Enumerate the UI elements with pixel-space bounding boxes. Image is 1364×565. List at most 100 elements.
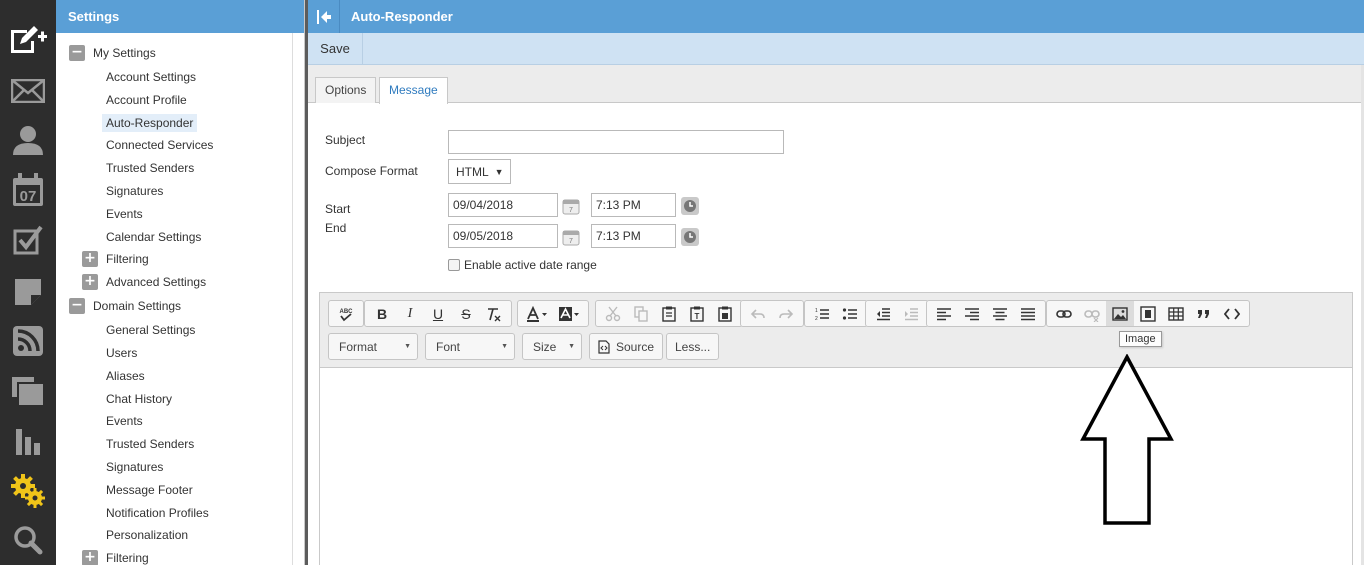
end-time-input[interactable]	[591, 224, 676, 248]
search-icon[interactable]	[0, 515, 56, 565]
tree-group-my-settings[interactable]: − My Settings	[69, 45, 156, 61]
sidebar-item-domain-events[interactable]: Events	[102, 412, 147, 430]
svg-text:07: 07	[20, 188, 37, 205]
sidebar-item-message-footer[interactable]: Message Footer	[102, 481, 197, 499]
start-time-input[interactable]	[591, 193, 676, 217]
text-color-icon[interactable]	[521, 301, 553, 326]
sidebar-item-account-settings[interactable]: Account Settings	[102, 68, 200, 86]
paste-icon[interactable]	[655, 301, 683, 326]
collapse-icon[interactable]: −	[69, 45, 85, 61]
expand-icon[interactable]: +	[82, 274, 98, 290]
sidebar-item-account-profile[interactable]: Account Profile	[102, 91, 191, 109]
sidebar-item-signatures[interactable]: Signatures	[102, 182, 167, 200]
image-icon[interactable]	[1106, 301, 1134, 326]
source-button-label: Source	[616, 339, 655, 354]
undo-icon[interactable]	[744, 301, 772, 326]
align-left-icon[interactable]	[930, 301, 958, 326]
sidebar-item-users[interactable]: Users	[102, 344, 141, 362]
indent-icon[interactable]	[897, 301, 925, 326]
link-icon[interactable]	[1050, 301, 1078, 326]
collapse-sidebar-button[interactable]	[308, 0, 340, 33]
enable-date-range-checkbox[interactable]	[448, 259, 460, 271]
background-color-icon[interactable]	[553, 301, 585, 326]
remove-format-icon[interactable]	[480, 301, 508, 326]
blockquote-icon[interactable]	[1190, 301, 1218, 326]
align-justify-icon[interactable]	[1014, 301, 1042, 326]
paste-text-icon[interactable]: T	[683, 301, 711, 326]
tree-group-filtering[interactable]: + Filtering	[82, 251, 149, 267]
outdent-icon[interactable]	[869, 301, 897, 326]
redo-icon[interactable]	[772, 301, 800, 326]
align-center-icon[interactable]	[986, 301, 1014, 326]
spellcheck-icon[interactable]: ABC	[332, 301, 360, 326]
editor-content-area[interactable]	[320, 369, 1352, 565]
size-combo-label: Size	[533, 339, 557, 354]
compose-format-select[interactable]: HTML ▼	[448, 159, 511, 184]
calendar-icon[interactable]: 07	[0, 165, 56, 215]
clock-icon[interactable]	[681, 228, 699, 246]
sidebar-item-domain-trusted-senders[interactable]: Trusted Senders	[102, 435, 198, 453]
expand-icon[interactable]: +	[82, 251, 98, 267]
svg-text:2: 2	[815, 316, 818, 322]
notes-icon[interactable]	[0, 266, 56, 316]
format-combo[interactable]: Format ▼	[328, 333, 418, 360]
paste-word-icon[interactable]	[711, 301, 739, 326]
sidebar-item-calendar-settings[interactable]: Calendar Settings	[102, 228, 205, 246]
calendar-picker-icon[interactable]: 7	[562, 197, 580, 215]
unlink-icon[interactable]	[1078, 301, 1106, 326]
copy-icon[interactable]	[627, 301, 655, 326]
tree-group-domain-settings[interactable]: − Domain Settings	[69, 298, 181, 314]
less-button[interactable]: Less...	[666, 333, 720, 360]
source-button[interactable]: Source	[589, 333, 664, 360]
underline-button[interactable]: U	[424, 301, 452, 326]
sidebar-item-notification-profiles[interactable]: Notification Profiles	[102, 504, 213, 522]
code-icon[interactable]	[1218, 301, 1246, 326]
save-button[interactable]: Save	[308, 33, 363, 64]
subject-input[interactable]	[448, 130, 784, 154]
expand-icon[interactable]: +	[82, 550, 98, 565]
contacts-icon[interactable]	[0, 115, 56, 165]
sidebar-item-domain-signatures[interactable]: Signatures	[102, 458, 167, 476]
sidebar-item-general-settings[interactable]: General Settings	[102, 321, 199, 339]
sidebar-item-auto-responder[interactable]: Auto-Responder	[102, 114, 198, 132]
sidebar-item-events[interactable]: Events	[102, 205, 147, 223]
dropdown-arrow-icon: ▼	[404, 343, 411, 350]
sidebar-item-chat-history[interactable]: Chat History	[102, 390, 176, 408]
sidebar-item-personalization[interactable]: Personalization	[102, 526, 192, 544]
table-icon[interactable]	[1162, 301, 1190, 326]
tab-message[interactable]: Message	[379, 77, 448, 104]
bulleted-list-icon[interactable]	[836, 301, 864, 326]
reports-icon[interactable]	[0, 416, 56, 466]
tab-options[interactable]: Options	[315, 77, 377, 103]
tree-group-domain-filtering[interactable]: + Filtering	[82, 550, 149, 565]
indent-group	[865, 300, 929, 327]
italic-button[interactable]: I	[396, 301, 424, 326]
rss-icon[interactable]	[0, 316, 56, 366]
sidebar-scrollbar[interactable]	[292, 33, 293, 565]
sidebar-item-connected-services[interactable]: Connected Services	[102, 136, 217, 154]
end-date-input[interactable]	[448, 224, 558, 248]
tree-group-advanced-settings[interactable]: + Advanced Settings	[82, 274, 206, 290]
strikethrough-button[interactable]: S	[452, 301, 480, 326]
bold-button[interactable]: B	[368, 301, 396, 326]
enable-date-range-label: Enable active date range	[464, 258, 597, 272]
mail-icon[interactable]	[0, 66, 56, 116]
font-combo[interactable]: Font ▼	[425, 333, 515, 360]
collapse-icon[interactable]: −	[69, 298, 85, 314]
flash-icon[interactable]	[1134, 301, 1162, 326]
numbered-list-icon[interactable]: 12	[808, 301, 836, 326]
tasks-icon[interactable]	[0, 215, 56, 265]
start-date-input[interactable]	[448, 193, 558, 217]
settings-icon[interactable]	[0, 466, 56, 516]
compose-icon[interactable]	[0, 15, 56, 65]
sidebar-item-trusted-senders[interactable]: Trusted Senders	[102, 159, 198, 177]
files-icon[interactable]	[0, 366, 56, 416]
calendar-picker-icon[interactable]: 7	[562, 228, 580, 246]
align-right-icon[interactable]	[958, 301, 986, 326]
action-toolbar: Save	[308, 33, 1364, 65]
spellcheck-group: ABC	[328, 300, 364, 327]
cut-icon[interactable]	[599, 301, 627, 326]
size-combo[interactable]: Size ▼	[522, 333, 582, 360]
sidebar-item-aliases[interactable]: Aliases	[102, 367, 149, 385]
clock-icon[interactable]	[681, 197, 699, 215]
